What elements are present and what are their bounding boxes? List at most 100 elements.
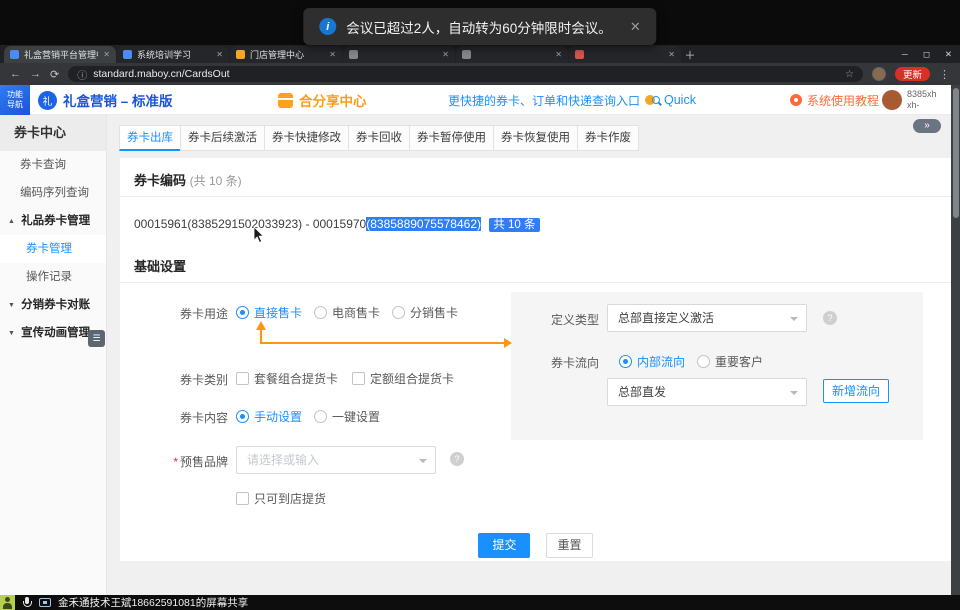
reset-button[interactable]: 重置 <box>546 533 592 558</box>
checkbox-fixed-combo-card[interactable]: 定额组合提货卡 <box>352 370 454 387</box>
meeting-toast: i 会议已超过2人，自动转为60分钟限时会议。 ✕ <box>303 8 656 45</box>
browser-update-button[interactable]: 更新 <box>895 67 930 81</box>
sidebar-item-card-management[interactable]: 券卡管理 <box>0 235 106 263</box>
sidebar-collapse-toggle[interactable]: ☰ <box>88 330 105 347</box>
url-text: standard.maboy.cn/CardsOut <box>93 68 839 80</box>
radio-ecommerce-sale[interactable]: 电商售卡 <box>314 304 380 321</box>
tutorial-link[interactable]: 系统使用教程 <box>790 85 879 115</box>
toast-message: 会议已超过2人，自动转为60分钟限时会议。 <box>346 17 612 37</box>
card-action-tabs: 券卡出库 券卡后续激活 券卡快捷修改 券卡回收 券卡暂停使用 券卡恢复使用 券卡… <box>120 125 639 151</box>
add-flow-button[interactable]: 新增流向 <box>823 379 889 403</box>
scrollbar-thumb[interactable] <box>953 88 959 218</box>
presale-brand-label-text: 预售品牌 <box>180 455 228 469</box>
toast-close-icon[interactable]: ✕ <box>630 19 641 35</box>
radio-label: 一键设置 <box>332 408 380 425</box>
headset-icon <box>790 94 802 106</box>
sidebar-item-operation-records[interactable]: 操作记录 <box>0 263 106 291</box>
browser-tab-2[interactable]: 系统培训学习 ✕ <box>117 46 229 63</box>
forward-icon[interactable]: → <box>30 68 41 80</box>
new-tab-button[interactable]: ＋ <box>682 46 698 63</box>
tab-close-icon[interactable]: ✕ <box>555 50 562 59</box>
define-help-icon[interactable]: ? <box>823 311 837 325</box>
tab-favicon <box>236 50 245 59</box>
browser-tab-4[interactable]: ✕ <box>343 46 455 63</box>
presale-brand-select[interactable]: 请选择或输入 <box>236 446 436 474</box>
tab-favicon <box>575 50 584 59</box>
share-center-link[interactable]: 合分享中心 <box>278 85 367 115</box>
brand-logo-icon: 礼 <box>38 91 57 110</box>
browser-tab-5[interactable]: ✕ <box>456 46 568 63</box>
tab-card-outbound[interactable]: 券卡出库 <box>119 125 181 151</box>
function-nav-button[interactable]: 功能 导航 <box>0 85 30 115</box>
chevron-down-icon <box>790 391 798 395</box>
tab-card-restore[interactable]: 券卡恢复使用 <box>493 125 578 151</box>
brand-help-icon[interactable]: ? <box>450 452 464 466</box>
sidebar-item-card-query[interactable]: 券卡查询 <box>0 151 106 179</box>
maximize-button[interactable]: ◻ <box>923 49 930 60</box>
browser-tab-6[interactable]: ✕ <box>569 46 681 63</box>
close-button[interactable]: ✕ <box>945 49 952 60</box>
tab-card-quick-edit[interactable]: 券卡快捷修改 <box>264 125 349 151</box>
browser-tab-3[interactable]: 门店管理中心 ✕ <box>230 46 342 63</box>
tab-favicon <box>123 50 132 59</box>
radio-important-customer[interactable]: 重要客户 <box>697 353 763 370</box>
radio-direct-sale[interactable]: 直接售卡 <box>236 304 302 321</box>
flow-target-select[interactable]: 总部直发 <box>607 378 807 406</box>
code-plain-text: 00015961(8385291502033923) - 00015970 <box>134 217 366 231</box>
browser-tab-strip: 礼盒营销平台管理中心 ✕ 系统培训学习 ✕ 门店管理中心 ✕ ✕ ✕ ✕ <box>0 45 960 63</box>
user-name-line1: 8385xh <box>907 89 937 99</box>
sidebar-group-distribution-reconciliation[interactable]: ▼ 分销券卡对账 <box>0 291 106 319</box>
url-bar[interactable]: ⓘ standard.maboy.cn/CardsOut ☆ <box>68 66 863 82</box>
radio-label: 重要客户 <box>715 353 763 370</box>
tab-close-icon[interactable]: ✕ <box>329 50 336 59</box>
define-type-select[interactable]: 总部直接定义激活 <box>607 304 807 332</box>
tab-card-recycle[interactable]: 券卡回收 <box>348 125 410 151</box>
site-info-icon[interactable]: ⓘ <box>77 67 87 82</box>
browser-profile-avatar[interactable] <box>872 67 886 81</box>
panel-collapse-button[interactable]: » <box>913 119 941 133</box>
info-icon: i <box>319 18 336 35</box>
tab-close-icon[interactable]: ✕ <box>103 50 110 59</box>
checkbox-package-combo-card[interactable]: 套餐组合提货卡 <box>236 370 338 387</box>
radio-distribution-sale[interactable]: 分销售卡 <box>392 304 458 321</box>
radio-one-click-setting[interactable]: 一键设置 <box>314 408 380 425</box>
tab-card-later-activation[interactable]: 券卡后续激活 <box>180 125 265 151</box>
radio-label: 内部流向 <box>637 353 685 370</box>
checkbox-store-pickup-only[interactable]: 只可到店提货 <box>236 490 326 507</box>
minimize-button[interactable]: ─ <box>902 49 908 59</box>
reload-icon[interactable]: ⟳ <box>50 68 59 81</box>
code-section-title: 券卡编码 (共 10 条) <box>134 170 242 189</box>
screen-share-icon[interactable] <box>39 598 51 607</box>
app-header: 功能 导航 礼 礼盒营销 – 标准版 合分享中心 更快捷的券卡、订单和快递查询入… <box>0 85 951 115</box>
submit-button[interactable]: 提交 <box>478 533 530 558</box>
browser-menu-icon[interactable]: ⋮ <box>939 68 950 81</box>
microphone-icon[interactable] <box>22 597 32 609</box>
radio-manual-setting[interactable]: 手动设置 <box>236 408 302 425</box>
tab-card-suspend[interactable]: 券卡暂停使用 <box>409 125 494 151</box>
sidebar-title: 券卡中心 <box>0 115 106 151</box>
code-count: (共 10 条) <box>190 174 242 188</box>
checkbox-icon <box>352 372 365 385</box>
quick-label: Quick <box>664 93 696 107</box>
quick-search[interactable]: Quick <box>652 85 696 115</box>
browser-tab-1[interactable]: 礼盒营销平台管理中心 ✕ <box>4 46 116 63</box>
user-account[interactable]: 8385xh xh- <box>882 85 937 115</box>
gift-icon <box>278 93 293 108</box>
bookmark-star-icon[interactable]: ☆ <box>845 69 854 80</box>
tab-close-icon[interactable]: ✕ <box>668 50 675 59</box>
radio-internal-flow[interactable]: 内部流向 <box>619 353 685 370</box>
content-label: 券卡内容 <box>128 409 228 426</box>
sidebar-item-code-sequence-query[interactable]: 编码序列查询 <box>0 179 106 207</box>
divider <box>120 282 951 283</box>
quick-entry-link[interactable]: 更快捷的券卡、订单和快递查询入口 <box>448 85 655 115</box>
back-icon[interactable]: ← <box>10 68 21 80</box>
radio-label: 电商售卡 <box>332 304 380 321</box>
page-scrollbar[interactable] <box>951 85 960 595</box>
usage-label: 券卡用途 <box>128 305 228 322</box>
tab-close-icon[interactable]: ✕ <box>442 50 449 59</box>
tab-card-void[interactable]: 券卡作废 <box>577 125 639 151</box>
tab-close-icon[interactable]: ✕ <box>216 50 223 59</box>
sidebar-group-gift-card-management[interactable]: ▲ 礼品券卡管理 <box>0 207 106 235</box>
radio-label: 分销售卡 <box>410 304 458 321</box>
collapse-arrow-icon: ▲ <box>8 218 15 225</box>
